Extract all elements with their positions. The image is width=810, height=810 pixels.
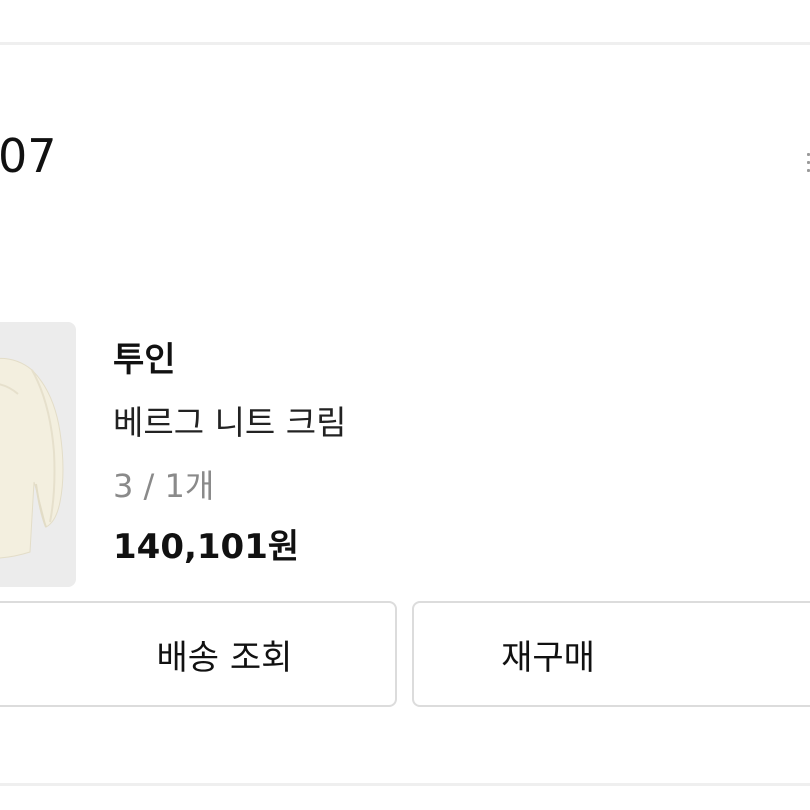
- top-divider: [0, 42, 810, 45]
- reorder-label: 재구매: [501, 637, 595, 678]
- brand-name: 투인: [113, 340, 176, 380]
- knit-cardigan-image: [0, 357, 64, 559]
- product-thumbnail[interactable]: [0, 322, 76, 587]
- track-delivery-button[interactable]: 배송 조회: [0, 601, 397, 707]
- track-delivery-label: 배송 조회: [156, 637, 293, 678]
- more-icon[interactable]: [803, 148, 810, 178]
- reorder-button[interactable]: 재구매: [412, 601, 810, 707]
- order-date: 07: [0, 129, 57, 183]
- bottom-divider: [0, 783, 810, 786]
- product-name[interactable]: 베르그 니트 크림: [113, 401, 347, 445]
- product-option: 3 / 1개: [113, 467, 215, 505]
- order-history-page: 07 투인 베르그 니트 크림 3 / 1개 140,101원 배송 조회 재구…: [0, 0, 810, 810]
- product-price: 140,101원: [113, 527, 300, 567]
